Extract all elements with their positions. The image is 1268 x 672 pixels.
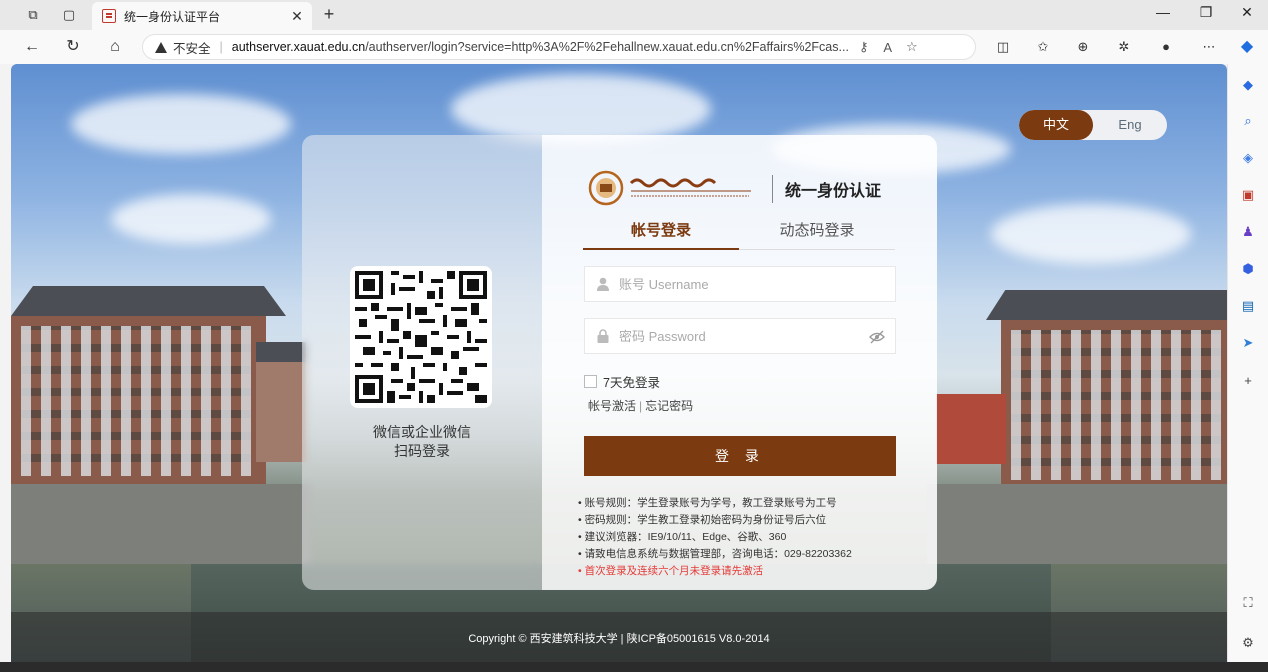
new-tab-icon[interactable]: + (318, 4, 340, 25)
search-icon[interactable]: ⌕ (1237, 110, 1259, 132)
bell-icon[interactable]: ◆ (1237, 74, 1259, 96)
rule-item: 密码规则：学生教工登录初始密码为身份证号后六位 (578, 512, 852, 529)
login-button[interactable]: 登 录 (584, 436, 896, 476)
language-switch: 中文 Eng (1019, 110, 1167, 140)
minimize-icon[interactable]: — (1148, 4, 1178, 20)
account-links: 帐号激活 | 忘记密码 (588, 399, 694, 413)
workspaces-icon[interactable]: ⧉ (22, 5, 44, 25)
login-page-background: 中文 Eng 微信或企业微信 扫码登录 统一身份认证 帐号登录 动态码登录 账号… (11, 64, 1227, 662)
favorite-star-icon[interactable]: ☆ (900, 39, 924, 55)
add-sidebar-icon[interactable]: + (1237, 370, 1259, 392)
toolbox-icon[interactable]: ▣ (1237, 184, 1259, 206)
activate-account-link[interactable]: 帐号激活 (588, 399, 636, 413)
security-status[interactable]: 不安全 (173, 38, 211, 57)
office-icon[interactable]: ⬢ (1237, 258, 1259, 280)
favorites-icon[interactable]: ✩ (1032, 38, 1054, 56)
remember-label: 7天免登录 (603, 376, 660, 390)
tab-close-icon[interactable]: ✕ (288, 8, 306, 25)
screenshot-icon[interactable]: ⛶ (1237, 592, 1259, 614)
back-icon[interactable]: ← (20, 36, 44, 58)
browser-tab-bar: ⧉ ▢ 统一身份认证平台 ✕ + — ❐ ✕ (0, 0, 1268, 30)
copyright-text: Copyright © 西安建筑科技大学 | 陕ICP备05001615 V8.… (468, 633, 770, 645)
hide-password-icon[interactable] (869, 329, 885, 345)
user-icon (597, 277, 609, 291)
outlook-icon[interactable]: ▤ (1237, 295, 1259, 317)
browser-sidebar: ◆ ⌕ ◈ ▣ ♟ ⬢ ▤ ➤ + ⛶ ⚙ (1227, 64, 1268, 662)
system-title: 统一身份认证 (785, 183, 882, 200)
qr-code-icon (355, 271, 487, 403)
tag-icon[interactable]: ◈ (1237, 147, 1259, 169)
url-text[interactable]: authserver.xauat.edu.cn/authserver/login… (232, 40, 852, 54)
url-bar[interactable]: 不安全 | authserver.xauat.edu.cn/authserver… (142, 34, 976, 60)
lang-chinese-button[interactable]: 中文 (1019, 110, 1093, 140)
warning-icon[interactable] (155, 41, 167, 53)
address-toolbar: ← ↻ ⌂ 不安全 | authserver.xauat.edu.cn/auth… (0, 30, 1268, 64)
rule-item: 账号规则：学生登录账号为学号，教工登录账号为工号 (578, 495, 852, 512)
remember-me[interactable]: 7天免登录 (584, 372, 660, 391)
tab-account-login[interactable]: 帐号登录 (583, 219, 739, 250)
split-screen-icon[interactable]: ◫ (992, 38, 1014, 56)
more-menu-icon[interactable]: ⋯ (1198, 38, 1220, 56)
tab-dynamic-code-login[interactable]: 动态码登录 (739, 219, 895, 240)
password-input[interactable] (617, 327, 861, 345)
key-icon[interactable]: ⚷ (852, 39, 876, 55)
collections-icon[interactable]: ⊕ (1072, 38, 1094, 56)
taskbar-strip (0, 662, 1268, 672)
qr-login-panel: 微信或企业微信 扫码登录 (302, 135, 542, 590)
page-favicon-icon (102, 9, 116, 23)
lock-icon (597, 329, 609, 343)
refresh-icon[interactable]: ↻ (61, 36, 85, 58)
extensions-icon[interactable]: ✲ (1113, 38, 1135, 56)
qr-code (350, 266, 492, 408)
games-icon[interactable]: ♟ (1237, 221, 1259, 243)
remember-checkbox[interactable] (584, 375, 597, 388)
university-logo (588, 170, 751, 206)
profile-icon[interactable]: ● (1155, 38, 1177, 56)
lang-english-button[interactable]: Eng (1093, 110, 1167, 140)
browser-tab-active[interactable]: 统一身份认证平台 ✕ (92, 2, 312, 30)
password-field[interactable] (584, 318, 896, 354)
username-field[interactable] (584, 266, 896, 302)
window-close-icon[interactable]: ✕ (1232, 4, 1262, 21)
rule-item: 请致电信息系统与数据管理部，咨询电话：029-82203362 (578, 546, 852, 563)
qr-caption: 微信或企业微信 扫码登录 (373, 424, 471, 459)
login-tabs: 帐号登录 动态码登录 (583, 217, 895, 250)
send-icon[interactable]: ➤ (1237, 332, 1259, 354)
copilot-icon[interactable]: ◆ (1236, 38, 1258, 56)
read-aloud-icon[interactable]: A (876, 40, 900, 55)
tab-actions-icon[interactable]: ▢ (58, 5, 80, 25)
username-input[interactable] (617, 275, 861, 293)
settings-gear-icon[interactable]: ⚙ (1237, 632, 1259, 654)
login-card: 微信或企业微信 扫码登录 统一身份认证 帐号登录 动态码登录 账号 Userna… (302, 135, 937, 590)
login-rules: 账号规则：学生登录账号为学号，教工登录账号为工号 密码规则：学生教工登录初始密码… (578, 495, 852, 580)
rule-item: 建议浏览器：IE9/10/11、Edge、谷歌、360 (578, 529, 852, 546)
tab-title: 统一身份认证平台 (124, 9, 221, 24)
home-icon[interactable]: ⌂ (103, 36, 127, 58)
account-login-panel: 统一身份认证 帐号登录 动态码登录 账号 Username 7天免登录 帐号激活… (542, 135, 937, 590)
activation-warning: 首次登录及连续六个月未登录请先激活 (578, 563, 852, 580)
restore-icon[interactable]: ❐ (1191, 4, 1221, 21)
forgot-password-link[interactable]: 忘记密码 (645, 399, 693, 413)
